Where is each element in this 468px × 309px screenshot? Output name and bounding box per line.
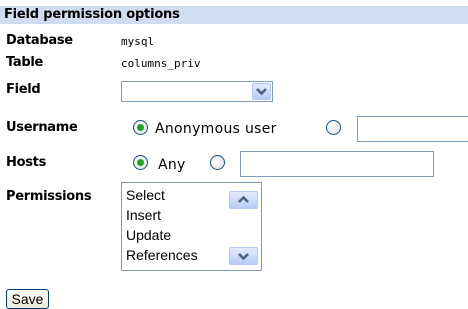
list-item[interactable]: Select <box>126 187 165 203</box>
chevron-down-icon <box>238 253 249 261</box>
hosts-any-label: Any <box>158 157 186 173</box>
hosts-input[interactable] <box>240 151 434 177</box>
list-item[interactable]: Insert <box>126 207 161 223</box>
list-item[interactable]: Update <box>126 227 171 243</box>
table-label: Table <box>6 55 44 70</box>
hosts-custom-radio[interactable] <box>210 155 225 170</box>
section-header: Field permission options <box>0 6 468 24</box>
database-label: Database <box>6 33 73 48</box>
list-item[interactable]: References <box>126 247 198 263</box>
username-anonymous-label: Anonymous user <box>155 121 277 137</box>
username-label: Username <box>6 120 78 135</box>
field-select[interactable] <box>121 81 273 102</box>
hosts-label: Hosts <box>6 155 47 170</box>
table-value: columns_priv <box>121 57 201 70</box>
field-label: Field <box>6 82 41 97</box>
scroll-down-button[interactable] <box>229 247 258 265</box>
permissions-listbox[interactable]: Select Insert Update References <box>121 182 262 271</box>
hosts-any-radio[interactable] <box>133 155 148 170</box>
database-value: mysql <box>121 35 155 48</box>
chevron-up-icon <box>238 195 249 203</box>
username-input[interactable] <box>357 116 468 142</box>
scroll-up-button[interactable] <box>229 191 258 209</box>
save-button[interactable]: Save <box>6 289 49 309</box>
field-select-dropdown-button[interactable] <box>252 83 271 100</box>
username-anonymous-radio[interactable] <box>133 120 148 135</box>
permissions-label: Permissions <box>6 189 92 204</box>
chevron-down-icon <box>256 88 267 96</box>
username-custom-radio[interactable] <box>326 120 341 135</box>
